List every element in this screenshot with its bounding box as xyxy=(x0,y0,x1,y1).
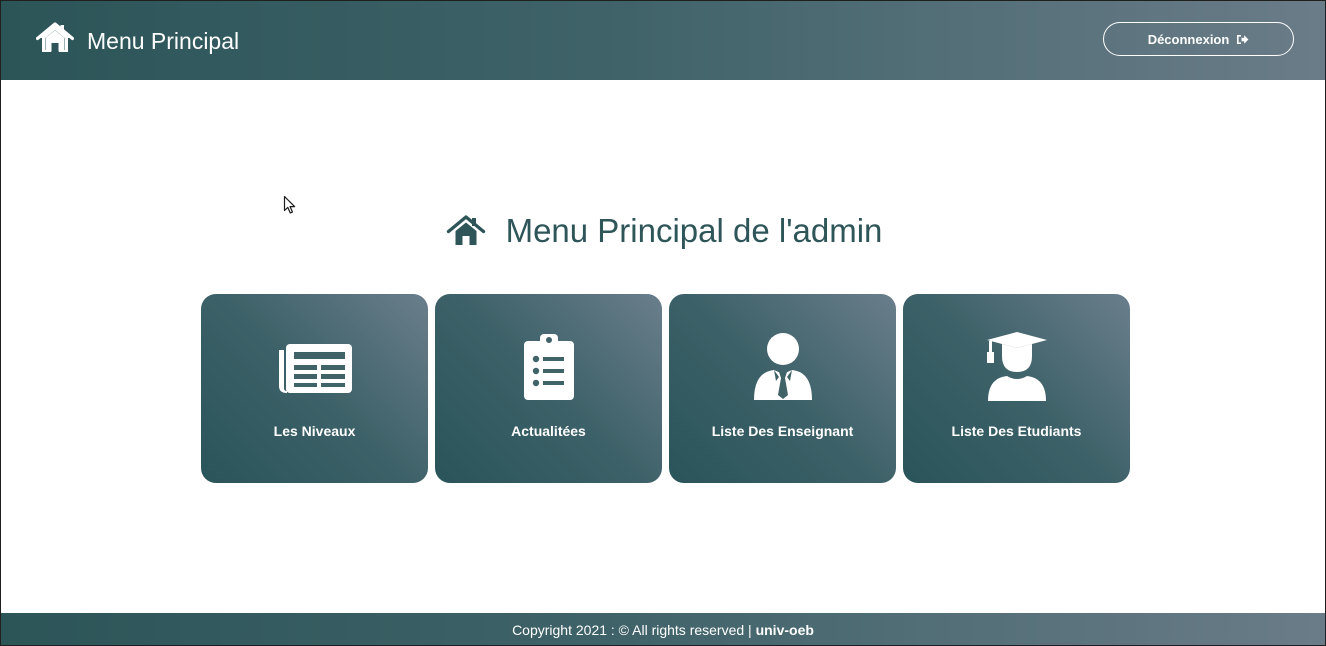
card-label: Les Niveaux xyxy=(273,423,356,439)
copyright-text: Copyright 2021 : © All rights reserved | xyxy=(512,621,752,638)
clipboard-list-icon xyxy=(523,334,574,400)
card-les-niveaux[interactable]: Les Niveaux xyxy=(201,294,428,483)
card-liste-des-enseignant[interactable]: Liste Des Enseignant xyxy=(669,294,896,483)
card-label: Actualitées xyxy=(511,423,586,439)
top-navbar: Menu Principal Déconnexion xyxy=(1,1,1325,80)
app-title: Menu Principal xyxy=(87,28,240,54)
card-liste-des-etudiants[interactable]: Liste Des Etudiants xyxy=(903,294,1130,483)
logout-button[interactable]: Déconnexion xyxy=(1103,22,1294,56)
page-heading: Menu Principal de l'admin xyxy=(1,209,1325,253)
mouse-cursor-icon xyxy=(283,195,296,214)
sign-out-icon xyxy=(1237,34,1249,44)
footer-brand: univ-oeb xyxy=(755,621,814,638)
app-window: Menu Principal Déconnexion Menu Principa… xyxy=(0,0,1326,646)
user-tie-icon xyxy=(753,333,812,400)
page-footer: Copyright 2021 : © All rights reserved |… xyxy=(1,613,1325,645)
logout-label: Déconnexion xyxy=(1147,31,1230,47)
home-icon xyxy=(446,215,485,245)
home-icon[interactable] xyxy=(36,22,74,54)
card-actualitees[interactable]: Actualitées xyxy=(435,294,662,483)
menu-cards: Les Niveaux Actualitées Liste Des Enseig… xyxy=(201,294,1131,483)
card-label: Liste Des Etudiants xyxy=(951,423,1082,439)
page-title: Menu Principal de l'admin xyxy=(505,212,883,249)
newspaper-icon xyxy=(278,344,352,393)
card-label: Liste Des Enseignant xyxy=(711,423,854,439)
graduate-icon xyxy=(986,332,1047,401)
